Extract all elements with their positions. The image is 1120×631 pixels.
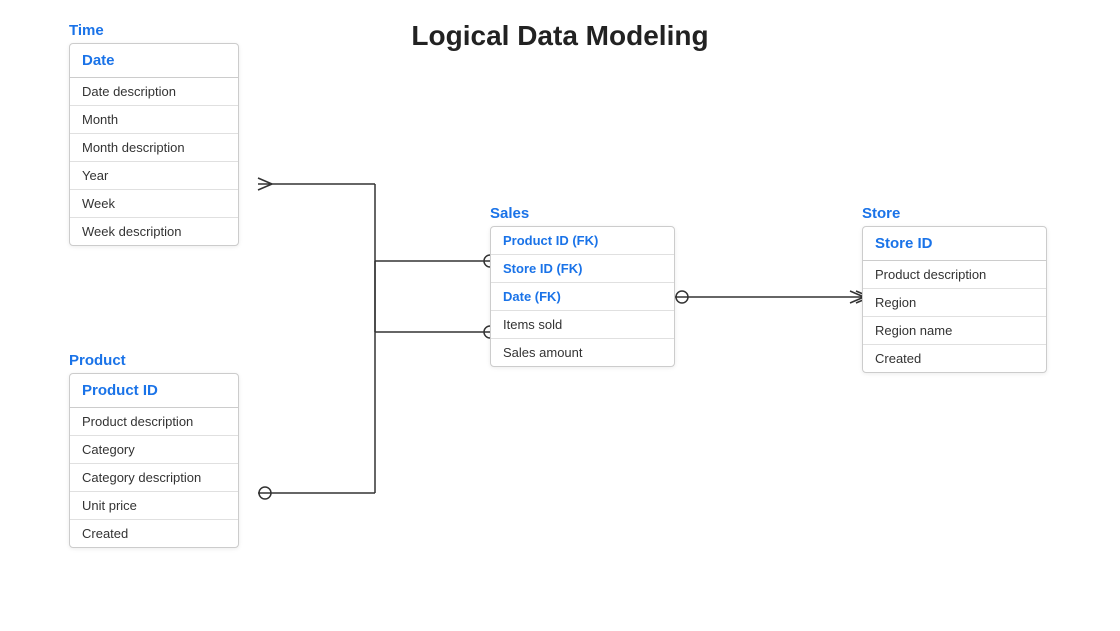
sales-entity-box: Product ID (FK) Store ID (FK) Date (FK) … [490, 226, 675, 367]
time-row-month-description: Month description [70, 134, 238, 162]
time-row-date-description: Date description [70, 78, 238, 106]
store-group-label: Store [862, 205, 1047, 222]
time-row-week: Week [70, 190, 238, 218]
sales-group: Sales Product ID (FK) Store ID (FK) Date… [490, 205, 675, 367]
store-row-product-description: Product description [863, 261, 1046, 289]
product-row-category-description: Category description [70, 464, 238, 492]
sales-row-store-id-fk: Store ID (FK) [491, 255, 674, 283]
time-row-month: Month [70, 106, 238, 134]
store-entity-header: Store ID [863, 227, 1046, 261]
sales-row-items-sold: Items sold [491, 311, 674, 339]
product-group: Product Product ID Product description C… [69, 352, 239, 548]
product-entity-box: Product ID Product description Category … [69, 373, 239, 548]
product-row-created: Created [70, 520, 238, 547]
time-entity-header: Date [70, 44, 238, 78]
store-entity-box: Store ID Product description Region Regi… [862, 226, 1047, 373]
time-group-label: Time [69, 22, 239, 39]
sales-row-sales-amount: Sales amount [491, 339, 674, 366]
store-group: Store Store ID Product description Regio… [862, 205, 1047, 373]
time-entity-box: Date Date description Month Month descri… [69, 43, 239, 246]
store-row-region-name: Region name [863, 317, 1046, 345]
time-group: Time Date Date description Month Month d… [69, 22, 239, 246]
product-row-category: Category [70, 436, 238, 464]
time-row-week-description: Week description [70, 218, 238, 245]
product-row-description: Product description [70, 408, 238, 436]
sales-group-label: Sales [490, 205, 675, 222]
product-row-unit-price: Unit price [70, 492, 238, 520]
product-group-label: Product [69, 352, 239, 369]
sales-row-product-id-fk: Product ID (FK) [491, 227, 674, 255]
time-row-year: Year [70, 162, 238, 190]
store-row-created: Created [863, 345, 1046, 372]
sales-row-date-fk: Date (FK) [491, 283, 674, 311]
product-entity-header: Product ID [70, 374, 238, 408]
store-row-region: Region [863, 289, 1046, 317]
